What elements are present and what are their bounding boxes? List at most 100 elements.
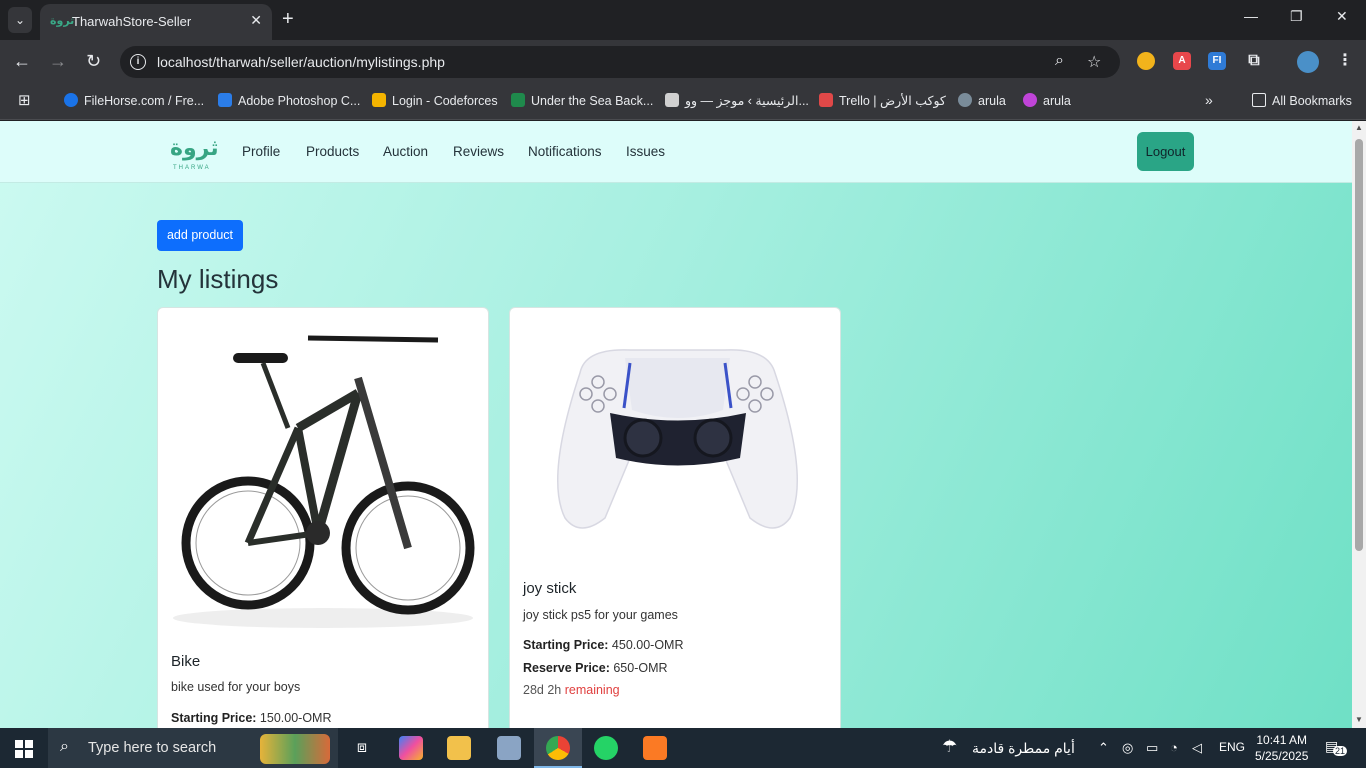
nav-profile[interactable]: Profile bbox=[242, 144, 280, 159]
taskbar-search-placeholder: Type here to search bbox=[88, 740, 217, 756]
reserve-price-label: Reserve Price: bbox=[523, 661, 610, 675]
browser-menu-icon[interactable]: ⋮ bbox=[1336, 52, 1354, 70]
starting-price: Starting Price: 150.00-OMR bbox=[171, 711, 331, 725]
file-explorer-icon[interactable] bbox=[447, 736, 471, 760]
clock-time: 10:41 AM bbox=[1256, 733, 1308, 747]
bookmark-favicon-icon bbox=[1023, 93, 1037, 107]
logout-button[interactable]: Logout bbox=[1137, 132, 1194, 171]
windows-start-icon[interactable] bbox=[15, 740, 33, 758]
bookmark-item[interactable]: Under the Sea Back... bbox=[511, 93, 653, 108]
tab-search-button[interactable]: ⌄ bbox=[8, 7, 32, 33]
extension-pdf-icon[interactable]: A bbox=[1173, 52, 1191, 70]
close-window-icon[interactable]: ✕ bbox=[1336, 8, 1348, 25]
extensions-puzzle-icon[interactable]: ⧉ bbox=[1245, 52, 1263, 70]
bookmarks-bar: ⊞ FileHorse.com / Fre... Adobe Photoshop… bbox=[0, 84, 1366, 120]
volume-icon[interactable]: ◁ bbox=[1192, 740, 1202, 756]
nav-issues[interactable]: Issues bbox=[626, 144, 665, 159]
search-highlight-image bbox=[260, 734, 330, 764]
nav-notifications[interactable]: Notifications bbox=[528, 144, 602, 159]
reserve-price-value: 650-OMR bbox=[613, 661, 668, 675]
windows-taskbar: ⌕ Type here to search ⧈ ☂ أيام ممطرة قاد… bbox=[0, 728, 1366, 768]
bookmark-favicon-icon bbox=[511, 93, 525, 107]
bookmark-item[interactable]: arula bbox=[958, 93, 1006, 108]
task-view-icon[interactable]: ⧈ bbox=[350, 736, 374, 760]
site-logo[interactable]: ثروة bbox=[170, 137, 219, 159]
nav-reviews[interactable]: Reviews bbox=[453, 144, 504, 159]
address-url[interactable]: localhost/tharwah/seller/auction/mylisti… bbox=[157, 54, 445, 70]
scroll-up-icon[interactable]: ▲ bbox=[1355, 123, 1363, 132]
bookmark-favicon-icon bbox=[64, 93, 78, 107]
browser-tab[interactable]: ثروة TharwahStore-Seller ✕ bbox=[40, 4, 272, 40]
snipping-tool-icon[interactable] bbox=[497, 736, 521, 760]
bookmark-favicon-icon bbox=[958, 93, 972, 107]
page-title: My listings bbox=[157, 264, 279, 294]
xampp-icon[interactable] bbox=[643, 736, 667, 760]
restore-icon[interactable]: ❐ bbox=[1290, 8, 1303, 25]
back-icon[interactable]: ← bbox=[13, 50, 31, 72]
forward-icon[interactable]: → bbox=[49, 50, 67, 72]
starting-price-label: Starting Price: bbox=[171, 711, 257, 725]
site-info-icon[interactable]: i bbox=[130, 54, 146, 70]
remaining-label: remaining bbox=[564, 683, 620, 697]
bookmark-item[interactable]: arula bbox=[1023, 93, 1071, 108]
nav-auction[interactable]: Auction bbox=[383, 144, 428, 159]
bike-image bbox=[173, 335, 475, 628]
tab-close-icon[interactable]: ✕ bbox=[250, 12, 262, 29]
bookmark-item[interactable]: الرئيسية › موجز — وو... bbox=[665, 93, 809, 108]
meet-icon[interactable]: ◎ bbox=[1122, 740, 1133, 756]
site-favicon-icon: ثروة bbox=[50, 15, 75, 27]
system-clock[interactable]: 10:41 AM 5/25/2025 bbox=[1255, 732, 1308, 764]
starting-price: Starting Price: 450.00-OMR bbox=[523, 638, 683, 652]
scrollbar-thumb[interactable] bbox=[1355, 139, 1363, 551]
taskbar-search-box[interactable]: ⌕ Type here to search bbox=[48, 728, 338, 768]
bookmark-item[interactable]: Trello | كوكب الأرض bbox=[819, 93, 946, 108]
page-viewport: ثروة THARWA Profile Products Auction Rev… bbox=[0, 121, 1352, 728]
battery-icon[interactable]: ▭ bbox=[1146, 740, 1158, 756]
tray-chevron-up-icon[interactable]: ⌃ bbox=[1098, 740, 1109, 756]
extension-color-icon[interactable] bbox=[1137, 52, 1155, 70]
site-navbar: ثروة THARWA Profile Products Auction Rev… bbox=[0, 121, 1352, 183]
reload-icon[interactable]: ↻ bbox=[86, 50, 101, 72]
starting-price-label: Starting Price: bbox=[523, 638, 609, 652]
profile-avatar[interactable] bbox=[1297, 51, 1319, 73]
scroll-down-icon[interactable]: ▼ bbox=[1355, 715, 1363, 724]
listing-description: bike used for your boys bbox=[171, 680, 301, 694]
wifi-icon[interactable]: ◔ bbox=[1170, 740, 1178, 755]
bookmark-item[interactable]: FileHorse.com / Fre... bbox=[64, 93, 204, 108]
bookmark-star-icon[interactable]: ☆ bbox=[1087, 52, 1101, 72]
address-bar[interactable]: i localhost/tharwah/seller/auction/mylis… bbox=[120, 46, 1120, 78]
minimize-icon[interactable]: — bbox=[1244, 8, 1258, 24]
bookmark-favicon-icon bbox=[372, 93, 386, 107]
search-icon: ⌕ bbox=[60, 738, 69, 755]
site-logo-subtitle: THARWA bbox=[173, 165, 211, 171]
bookmark-favicon-icon bbox=[819, 93, 833, 107]
time-remaining: 28d 2h remaining bbox=[523, 683, 620, 697]
add-product-button[interactable]: add product bbox=[157, 220, 243, 251]
new-tab-button[interactable]: + bbox=[282, 8, 294, 30]
page-scrollbar[interactable]: ▲ ▼ bbox=[1352, 121, 1366, 728]
copilot-icon[interactable] bbox=[399, 736, 423, 760]
all-bookmarks-button[interactable]: All Bookmarks bbox=[1252, 93, 1352, 108]
notification-badge: 21 bbox=[1333, 746, 1348, 756]
starting-price-value: 150.00-OMR bbox=[259, 711, 332, 725]
zoom-search-icon[interactable]: ⌕ bbox=[1055, 52, 1064, 70]
controller-image bbox=[557, 349, 798, 529]
more-bookmarks-chevron-icon[interactable]: » bbox=[1205, 92, 1213, 108]
listing-card[interactable]: joy stick joy stick ps5 for your games S… bbox=[509, 307, 841, 728]
bookmark-favicon-icon bbox=[218, 93, 232, 107]
nav-products[interactable]: Products bbox=[306, 144, 359, 159]
listing-title: joy stick bbox=[523, 580, 577, 597]
listing-card[interactable]: Bike bike used for your boys Starting Pr… bbox=[157, 307, 489, 728]
reserve-price: Reserve Price: 650-OMR bbox=[523, 661, 668, 675]
whatsapp-icon[interactable] bbox=[594, 736, 618, 760]
folder-icon bbox=[1252, 93, 1266, 107]
extension-fi-icon[interactable]: FI bbox=[1208, 52, 1226, 70]
bookmark-item[interactable]: Login - Codeforces bbox=[372, 93, 498, 108]
apps-grid-icon[interactable]: ⊞ bbox=[18, 91, 31, 109]
weather-text[interactable]: أيام ممطرة قادمة bbox=[972, 740, 1075, 757]
language-indicator[interactable]: ENG bbox=[1219, 740, 1245, 754]
chrome-icon[interactable] bbox=[546, 736, 570, 760]
weather-rain-icon[interactable]: ☂ bbox=[942, 737, 957, 757]
bookmark-item[interactable]: Adobe Photoshop C... bbox=[218, 93, 360, 108]
tab-title: TharwahStore-Seller bbox=[72, 14, 192, 29]
